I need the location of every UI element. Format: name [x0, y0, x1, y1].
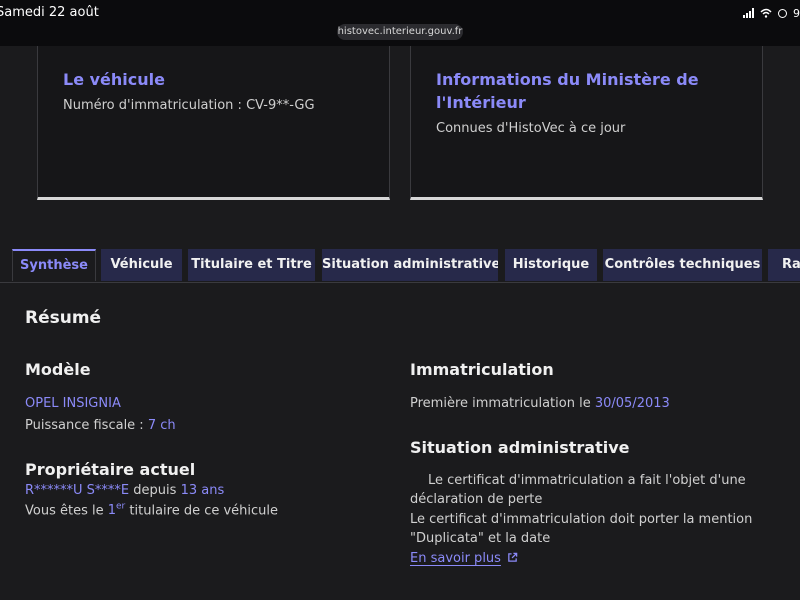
owner-rank-prefix: Vous êtes le: [25, 503, 104, 519]
owner-since-value: 13 ans: [180, 483, 225, 498]
ministry-card-title-line2: l'Intérieur: [436, 93, 526, 112]
admin-line-3: Le certificat d'immatriculation doit por…: [410, 512, 753, 527]
battery-percent: 9: [793, 6, 800, 20]
tab-titulaire-titre[interactable]: Titulaire et Titre: [188, 249, 315, 281]
signal-icon: [743, 8, 754, 18]
owner-rank-suffix: titulaire de ce véhicule: [129, 503, 279, 519]
first-registration-date: 30/05/2013: [594, 396, 670, 411]
admin-line-1: Le certificat d'immatriculation a fait l…: [428, 473, 746, 488]
owner-line: R******U S****E depuis 13 ans: [25, 483, 224, 498]
vehicle-card: Le véhicule Numéro d'immatriculation : C…: [37, 46, 390, 200]
model-name: OPEL INSIGNIA: [25, 396, 121, 411]
status-date: Samedi 22 août: [0, 5, 99, 20]
owner-rank: Vous êtes le 1er titulaire de ce véhicul…: [25, 502, 278, 518]
url-bar[interactable]: histovec.interieur.gouv.fr: [337, 24, 463, 40]
owner-since-label: depuis: [133, 483, 177, 498]
fiscal-power: Puissance fiscale : 7 ch: [25, 418, 176, 433]
admin-line-2: déclaration de perte: [410, 492, 543, 507]
tab-situation-administrative[interactable]: Situation administrative: [322, 249, 498, 281]
tab-bar: Synthèse Véhicule Titulaire et Titre Sit…: [0, 248, 800, 283]
admin-heading: Situation administrative: [410, 438, 630, 457]
registration-heading: Immatriculation: [410, 360, 554, 379]
tab-synthese[interactable]: Synthèse: [12, 249, 96, 281]
learn-more-link-wrap[interactable]: En savoir plus: [410, 551, 518, 566]
first-registration: Première immatriculation le 30/05/2013: [410, 396, 670, 411]
tab-vehicule[interactable]: Véhicule: [101, 249, 182, 281]
orientation-lock-icon: [778, 8, 787, 18]
ministry-card-title-line1: Informations du Ministère de: [436, 70, 699, 89]
tab-controles-techniques[interactable]: Contrôles techniques: [603, 249, 762, 281]
wifi-icon: [760, 8, 772, 18]
owner-rank-number: 1: [107, 503, 117, 519]
fiscal-power-label: Puissance fiscale :: [25, 418, 144, 433]
owner-rank-value: 1er: [107, 502, 126, 519]
status-bar: Samedi 22 août histovec.interieur.gouv.f…: [0, 0, 800, 46]
fiscal-power-value: 7 ch: [147, 418, 176, 433]
owner-heading: Propriétaire actuel: [25, 460, 196, 479]
tab-historique[interactable]: Historique: [505, 249, 597, 281]
ministry-card: Informations du Ministère de l'Intérieur…: [410, 46, 763, 200]
system-icons: 9: [743, 6, 800, 20]
summary-heading: Résumé: [25, 308, 102, 328]
ministry-card-text: Connues d'HistoVec à ce jour: [436, 121, 626, 136]
model-heading: Modèle: [25, 360, 91, 379]
owner-name: R******U S****E: [25, 483, 130, 498]
learn-more-link[interactable]: En savoir plus: [410, 551, 501, 566]
owner-rank-sup: er: [116, 502, 126, 512]
external-link-icon[interactable]: [507, 552, 518, 563]
first-registration-label: Première immatriculation le: [410, 396, 591, 411]
vehicle-card-title: Le véhicule: [63, 70, 165, 89]
tab-rapport[interactable]: Rap: [768, 249, 800, 281]
admin-line-4: "Duplicata" et la date: [410, 531, 551, 546]
registration-number: Numéro d'immatriculation : CV-9**-GG: [63, 98, 315, 113]
